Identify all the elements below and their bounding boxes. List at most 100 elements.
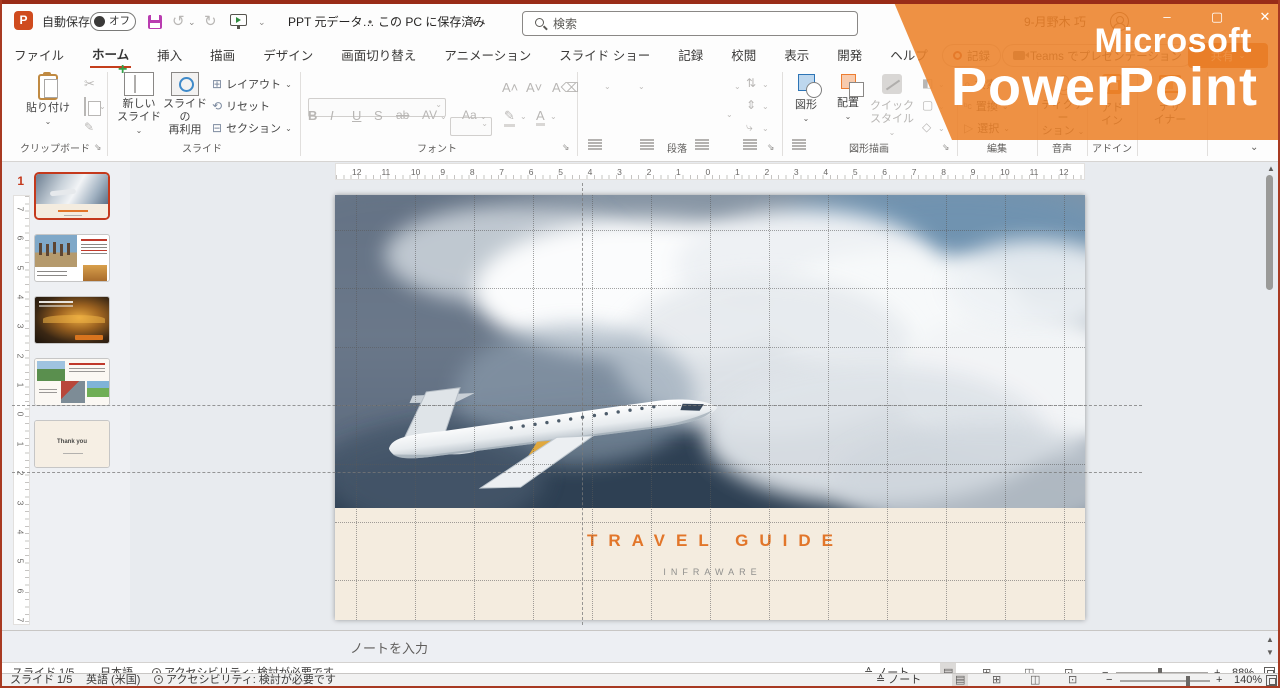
slide-counter[interactable]: スライド 1/5	[12, 663, 74, 673]
ribbon-tab-8[interactable]: 記録	[676, 42, 705, 67]
undo-icon[interactable]: ↺	[172, 4, 185, 40]
horizontal-guide[interactable]	[12, 405, 1142, 406]
cut-icon[interactable]: ✂	[84, 76, 95, 92]
ribbon-tab-2[interactable]: 挿入	[155, 42, 184, 67]
scroll-up-icon[interactable]: ▲	[1267, 164, 1275, 173]
zoom-slider[interactable]	[1120, 680, 1210, 682]
paragraph-dialog-launcher[interactable]: ⇘	[767, 142, 775, 153]
increase-font-icon[interactable]: A˄	[502, 80, 518, 95]
save-status-chevron-icon[interactable]: ∨	[470, 4, 477, 40]
account-name[interactable]: 9-月野木 巧	[1024, 4, 1086, 40]
ribbon-tab-6[interactable]: アニメーション	[442, 42, 533, 67]
save-icon[interactable]	[148, 15, 162, 29]
slide-thumbnail-5[interactable]: Thank you	[34, 420, 110, 468]
undo-chevron-icon[interactable]: ⌄	[188, 4, 196, 40]
text-direction-icon[interactable]: ⇅	[746, 76, 756, 90]
align-text-icon[interactable]: ⇕	[746, 98, 756, 112]
reset-button[interactable]: ⟲リセット	[212, 98, 270, 114]
bold-button[interactable]: B	[308, 108, 317, 123]
reading-view-icon[interactable]: ◫	[1024, 663, 1034, 673]
fit-slide-icon[interactable]	[1266, 675, 1277, 686]
vertical-scrollbar[interactable]	[1266, 175, 1273, 290]
italic-button[interactable]: I	[330, 108, 334, 123]
notes-pane[interactable]: ノートを入力 ▲ ▼	[2, 630, 1278, 662]
vertical-guide[interactable]	[582, 183, 583, 625]
search-input[interactable]: 検索	[522, 11, 858, 36]
font-color-button[interactable]: A	[536, 108, 545, 126]
horizontal-guide[interactable]	[12, 472, 1142, 473]
zoom-level[interactable]: 88%	[1232, 663, 1254, 673]
slide-title-block[interactable]	[335, 508, 1085, 620]
format-painter-icon[interactable]: ✎	[84, 120, 94, 134]
char-spacing-button[interactable]: AV	[422, 108, 437, 122]
font-dialog-launcher[interactable]: ⇘	[562, 142, 570, 153]
accessibility-status[interactable]: アクセシビリティ: 検討が必要です	[152, 663, 334, 673]
shapes-button[interactable]: 図形 ⌄	[786, 72, 826, 125]
close-button[interactable]: ✕	[1250, 0, 1280, 34]
redo-icon[interactable]: ↻	[204, 4, 217, 40]
ribbon-tab-9[interactable]: 校閲	[729, 42, 758, 67]
slide-sorter-icon[interactable]: ⊞	[982, 663, 991, 673]
slide-subtitle-text[interactable]: INFRAWARE	[335, 567, 1085, 577]
highlight-color-button[interactable]: ✎	[504, 108, 515, 127]
collapse-ribbon-icon[interactable]: ⌄	[1250, 142, 1258, 153]
slide-thumbnail-2[interactable]	[34, 234, 110, 282]
slide-thumbnail-3[interactable]	[34, 296, 110, 344]
powerpoint-logo-icon[interactable]: P	[14, 11, 33, 30]
slide-thumbnail-4[interactable]	[34, 358, 110, 406]
slide-image-clouds-airplane[interactable]	[335, 195, 1085, 508]
ribbon-tab-3[interactable]: 描画	[208, 42, 237, 67]
increase-indent-icon[interactable]	[743, 138, 757, 149]
change-case-button[interactable]: Aa	[462, 108, 477, 122]
horizontal-ruler[interactable]: 1211109876543210123456789101112	[335, 163, 1085, 180]
slide-title-text[interactable]: TRAVEL GUIDE	[335, 531, 1085, 551]
drawing-dialog-launcher[interactable]: ⇘	[942, 142, 950, 153]
slideshow-view-icon[interactable]: ⊡	[1064, 663, 1073, 673]
notes-toggle[interactable]: ≙ ノート	[864, 663, 909, 673]
convert-smartart-icon[interactable]: ⤷	[746, 120, 753, 135]
ribbon-tab-11[interactable]: 開発	[835, 42, 864, 67]
shape-effects-icon[interactable]: ◇	[922, 120, 931, 134]
arrange-button[interactable]: 配置 ⌄	[828, 72, 868, 123]
minimize-button[interactable]: –	[1152, 0, 1182, 34]
quick-styles-button[interactable]: クイック スタイル ⌄	[868, 72, 916, 139]
normal-view-icon[interactable]: ▤	[940, 663, 956, 673]
ribbon-tab-10[interactable]: 表示	[782, 42, 811, 67]
shape-fill-icon[interactable]: ◧	[922, 76, 933, 90]
new-slide-button[interactable]: 新しい スライド ⌄	[116, 72, 162, 137]
shape-outline-icon[interactable]: ▢	[922, 98, 933, 112]
ribbon-tab-5[interactable]: 画面切り替え	[339, 42, 418, 67]
qat-customize-icon[interactable]: ⌄	[258, 4, 266, 40]
copy-icon[interactable]	[84, 97, 86, 116]
document-title[interactable]: PPT 元データ…	[288, 4, 374, 40]
line-spacing-icon[interactable]	[792, 138, 806, 149]
zoom-slider-thumb[interactable]	[1186, 676, 1190, 686]
ribbon-tab-0[interactable]: ファイル	[12, 42, 66, 67]
underline-button[interactable]: U	[352, 108, 361, 123]
zoom-in-icon[interactable]: +	[1214, 663, 1220, 673]
ribbon-tab-7[interactable]: スライド ショー	[557, 42, 652, 67]
select-button[interactable]: ▷選択⌄	[964, 120, 1010, 136]
ribbon-tab-12[interactable]: ヘルプ	[888, 42, 930, 67]
notes-placeholder[interactable]: ノートを入力	[350, 638, 428, 657]
start-slideshow-icon[interactable]	[230, 14, 247, 26]
text-shadow-button[interactable]: S	[374, 108, 383, 123]
strikethrough-button[interactable]: ab	[396, 108, 409, 122]
section-button[interactable]: ⊟セクション⌄	[212, 120, 292, 136]
paste-button[interactable]: 貼り付け ⌄	[20, 72, 76, 128]
clipboard-dialog-launcher[interactable]: ⇘	[94, 142, 102, 153]
notes-scroll-down-icon[interactable]: ▼	[1266, 648, 1274, 657]
layout-button[interactable]: ⊞レイアウト⌄	[212, 76, 292, 92]
zoom-out-icon[interactable]: −	[1102, 663, 1108, 673]
maximize-button[interactable]: ▢	[1202, 0, 1232, 34]
slide-thumbnail-1[interactable]	[34, 172, 110, 220]
slide-canvas[interactable]: TRAVEL GUIDE INFRAWARE	[335, 195, 1085, 620]
decrease-font-icon[interactable]: A˅	[526, 80, 542, 95]
vertical-ruler[interactable]: 765432101234567	[13, 195, 30, 625]
clear-format-icon[interactable]: A⌫	[552, 80, 579, 96]
reuse-slides-button[interactable]: スライドの 再利用	[160, 72, 210, 137]
ribbon-tab-4[interactable]: デザイン	[261, 42, 315, 67]
language-indicator[interactable]: 日本語	[100, 663, 133, 673]
autosave-toggle[interactable]: オフ	[90, 12, 136, 31]
notes-scroll-up-icon[interactable]: ▲	[1266, 635, 1274, 644]
